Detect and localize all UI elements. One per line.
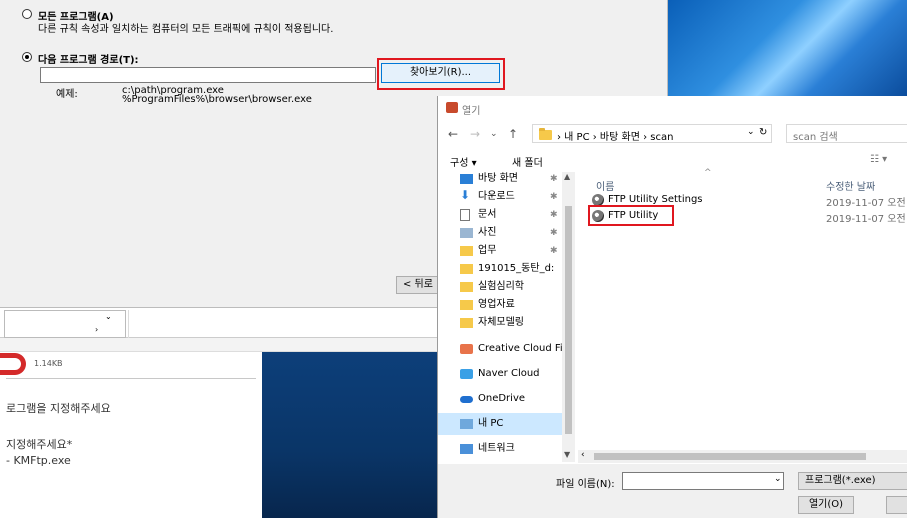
file-type-select[interactable]: 프로그램(*.exe): [798, 472, 907, 490]
download-icon: ⬇: [460, 188, 471, 202]
refresh-icon[interactable]: ↻: [759, 127, 767, 138]
instruction-heading: 로그램을 지정해주세요: [6, 402, 111, 415]
chevron-down-icon: ⌄: [105, 312, 112, 321]
document-icon: [460, 209, 470, 221]
nav-item-label: Creative Cloud Fil: [478, 343, 566, 354]
file-date: 2019-11-07 오전: [826, 198, 906, 209]
address-bar-row: ← → ⌄ ↑ › 내 PC › 바탕 화면 › scan ⌄ ↻ scan 검…: [438, 122, 907, 146]
app-icon: [446, 102, 458, 113]
nav-item-label: Naver Cloud: [478, 368, 540, 379]
nav-item-label: 자체모델링: [478, 317, 524, 328]
folder-icon: [460, 264, 473, 274]
divider: [128, 310, 129, 338]
chevron-down-icon[interactable]: ⌄: [747, 127, 755, 137]
instruction-filename: - KMFtp.exe: [6, 454, 71, 467]
folder-icon: [460, 300, 473, 310]
nav-item-naver-cloud[interactable]: Naver Cloud: [460, 363, 575, 385]
column-header-date[interactable]: 수정한 날짜: [826, 178, 875, 193]
divider: [6, 378, 256, 379]
chevron-right-icon: ›: [95, 325, 99, 334]
forward-arrow-icon[interactable]: →: [470, 127, 480, 141]
nav-item-label: OneDrive: [478, 393, 526, 404]
dialog-title: 열기: [462, 106, 481, 117]
scrollbar-thumb[interactable]: [565, 206, 572, 434]
back-arrow-icon[interactable]: ←: [448, 127, 458, 141]
organize-menu[interactable]: 구성 ▾: [450, 154, 477, 169]
collapsed-combo[interactable]: ⌄ ›: [4, 310, 126, 338]
recent-chevron-icon[interactable]: ⌄: [490, 129, 498, 139]
scrollbar-thumb[interactable]: [594, 453, 866, 460]
instruction-label: 지정해주세요*: [6, 438, 73, 451]
cloud-icon: [460, 396, 473, 403]
example-label: 예제:: [56, 89, 78, 100]
option-program-path-label: 다음 프로그램 경로(T):: [38, 55, 139, 66]
app-logo-icon: [0, 353, 26, 375]
filename-label: 파일 이름(N):: [556, 479, 615, 490]
scroll-left-icon[interactable]: ‹: [581, 450, 585, 460]
new-folder-button[interactable]: 새 폴더: [512, 154, 543, 169]
file-horizontal-scrollbar[interactable]: ‹: [578, 450, 907, 463]
network-icon: [460, 444, 473, 454]
view-options-icon[interactable]: ☷ ▾: [870, 154, 887, 165]
radio-all-programs[interactable]: [22, 9, 32, 19]
cancel-button[interactable]: [886, 496, 907, 514]
open-button[interactable]: 열기(O): [798, 496, 854, 514]
file-list: 이름 ^ 수정한 날짜 FTP Utility Settings 2019-11…: [578, 168, 907, 462]
search-placeholder: scan 검색: [793, 132, 838, 143]
file-size-label: 1.14KB: [34, 359, 63, 368]
folder-icon: [539, 128, 552, 140]
pictures-icon: [460, 228, 473, 238]
up-arrow-icon[interactable]: ↑: [508, 127, 518, 141]
column-header-name[interactable]: 이름: [596, 178, 614, 193]
breadcrumb: › 내 PC › 바탕 화면 › scan: [557, 132, 674, 143]
folder-icon: [460, 282, 473, 292]
file-date: 2019-11-07 오전: [826, 214, 906, 225]
dialog-titlebar: 열기: [438, 96, 907, 120]
program-path-input[interactable]: [40, 67, 376, 83]
navigation-pane: 바탕 화면 ✱ ⬇ 다운로드 ✱ 문서 ✱ 사진 ✱ 업무 ✱ 191015_동…: [438, 172, 575, 462]
computer-icon: [460, 419, 473, 429]
desktop-icon: [460, 174, 473, 184]
nav-item-this-pc[interactable]: 내 PC: [438, 413, 562, 435]
folder-icon: [460, 246, 473, 256]
highlight-box-browse: [377, 58, 505, 90]
desktop-wallpaper-lower: [262, 352, 437, 518]
filename-input[interactable]: [622, 472, 784, 490]
folder-icon: [460, 318, 473, 328]
example-path-2: %ProgramFiles%\browser\browser.exe: [122, 94, 312, 105]
address-bar[interactable]: › 내 PC › 바탕 화면 › scan ⌄ ↻: [532, 124, 772, 143]
scroll-up-icon[interactable]: ▲: [564, 172, 570, 181]
background-app-header: [0, 338, 437, 352]
search-input[interactable]: scan 검색: [786, 124, 907, 143]
nav-item-label: 네트워크: [478, 443, 515, 454]
nav-item-onedrive[interactable]: OneDrive: [460, 388, 575, 410]
nav-item-network[interactable]: 네트워크: [460, 438, 575, 460]
radio-program-path[interactable]: [22, 52, 32, 62]
nav-item-folder[interactable]: 자체모델링: [460, 312, 575, 334]
chevron-down-icon[interactable]: ⌄: [774, 474, 782, 484]
sort-chevron-icon: ^: [704, 168, 712, 178]
option-all-programs-desc: 다른 규칙 속성과 일치하는 컴퓨터의 모든 트래픽에 규칙이 적용됩니다.: [38, 24, 334, 35]
nav-item-creative-cloud[interactable]: Creative Cloud Fil: [460, 338, 575, 360]
highlight-box-ftp-utility: [588, 205, 674, 226]
scroll-down-icon[interactable]: ▼: [564, 450, 570, 459]
nav-scrollbar[interactable]: ▲ ▼: [562, 172, 575, 462]
naver-cloud-icon: [460, 369, 473, 379]
nav-item-label: 내 PC: [478, 418, 504, 429]
back-button[interactable]: < 뒤로: [396, 276, 442, 294]
open-file-dialog: 열기 ← → ⌄ ↑ › 내 PC › 바탕 화면 › scan ⌄ ↻ sca…: [437, 96, 907, 518]
desktop-wallpaper: [668, 0, 907, 96]
dialog-footer: 파일 이름(N): ⌄ 프로그램(*.exe) 열기(O): [438, 464, 907, 518]
creative-cloud-icon: [460, 344, 473, 354]
